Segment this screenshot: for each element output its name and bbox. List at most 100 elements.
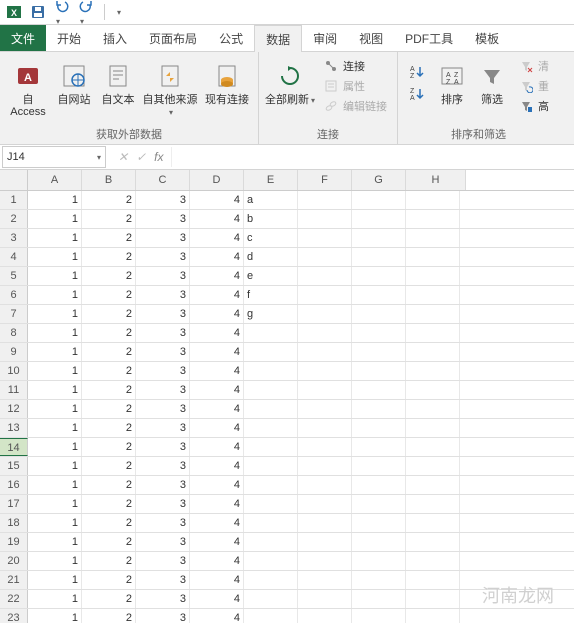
cell[interactable]: 2	[82, 590, 136, 608]
cell[interactable]: 4	[190, 609, 244, 623]
sort-button[interactable]: AZZA 排序	[434, 56, 470, 106]
cell[interactable]: 4	[190, 248, 244, 266]
cell[interactable]	[352, 191, 406, 209]
cell[interactable]	[298, 438, 352, 456]
advanced-button[interactable]: 高	[514, 96, 553, 116]
cell[interactable]	[244, 571, 298, 589]
cell[interactable]: 4	[190, 229, 244, 247]
row-header[interactable]: 20	[0, 552, 28, 570]
from-other-button[interactable]: 自其他来源▾	[142, 56, 198, 119]
cell[interactable]	[406, 514, 460, 532]
cell[interactable]	[298, 305, 352, 323]
cell[interactable]: 4	[190, 419, 244, 437]
cell[interactable]	[406, 552, 460, 570]
cell[interactable]	[406, 248, 460, 266]
cell[interactable]	[352, 248, 406, 266]
cell[interactable]: 3	[136, 609, 190, 623]
cell[interactable]: 2	[82, 248, 136, 266]
cell[interactable]	[298, 286, 352, 304]
cell[interactable]	[352, 590, 406, 608]
cell[interactable]	[352, 533, 406, 551]
name-box[interactable]: J14 ▾	[2, 146, 106, 168]
cell[interactable]: 1	[28, 362, 82, 380]
cell[interactable]: 3	[136, 362, 190, 380]
row-header[interactable]: 11	[0, 381, 28, 399]
cell[interactable]: 3	[136, 267, 190, 285]
sort-asc-button[interactable]: AZ	[404, 62, 430, 82]
cell[interactable]	[352, 362, 406, 380]
cell[interactable]: 3	[136, 248, 190, 266]
cell[interactable]: 2	[82, 324, 136, 342]
tab-7[interactable]: PDF工具	[394, 25, 464, 51]
cell[interactable]	[244, 514, 298, 532]
cell[interactable]	[352, 419, 406, 437]
cell[interactable]	[352, 229, 406, 247]
row-header[interactable]: 8	[0, 324, 28, 342]
row-header[interactable]: 1	[0, 191, 28, 209]
redo-icon[interactable]: ▾	[78, 0, 94, 27]
cell[interactable]	[244, 476, 298, 494]
cell[interactable]: 2	[82, 362, 136, 380]
cell[interactable]: 1	[28, 552, 82, 570]
cell[interactable]	[244, 495, 298, 513]
cell[interactable]	[352, 457, 406, 475]
cell[interactable]: 4	[190, 476, 244, 494]
cell[interactable]: 4	[190, 590, 244, 608]
cell[interactable]: d	[244, 248, 298, 266]
cell[interactable]: 2	[82, 229, 136, 247]
cell[interactable]	[298, 533, 352, 551]
cell[interactable]: 1	[28, 438, 82, 456]
cell[interactable]	[352, 438, 406, 456]
cell[interactable]	[244, 438, 298, 456]
cell[interactable]: 4	[190, 571, 244, 589]
cell[interactable]: 2	[82, 476, 136, 494]
tab-8[interactable]: 模板	[464, 25, 510, 51]
cell[interactable]: 1	[28, 191, 82, 209]
cell[interactable]	[298, 210, 352, 228]
cell[interactable]: 3	[136, 305, 190, 323]
cell[interactable]: 2	[82, 381, 136, 399]
row-header[interactable]: 9	[0, 343, 28, 361]
cell[interactable]	[352, 609, 406, 623]
cell[interactable]: 2	[82, 267, 136, 285]
from-web-button[interactable]: 自网站	[54, 56, 94, 106]
undo-icon[interactable]: ▾	[54, 0, 70, 27]
cell[interactable]: 2	[82, 286, 136, 304]
cell[interactable]: 1	[28, 305, 82, 323]
cell[interactable]: 3	[136, 286, 190, 304]
cell[interactable]: 3	[136, 210, 190, 228]
cell[interactable]	[244, 533, 298, 551]
cell[interactable]: g	[244, 305, 298, 323]
cell[interactable]	[298, 457, 352, 475]
tab-5[interactable]: 审阅	[302, 25, 348, 51]
cell[interactable]: 3	[136, 476, 190, 494]
cell[interactable]: 2	[82, 419, 136, 437]
cell[interactable]	[352, 400, 406, 418]
cell[interactable]	[352, 267, 406, 285]
row-header[interactable]: 15	[0, 457, 28, 475]
cell[interactable]: 4	[190, 514, 244, 532]
cell[interactable]: 3	[136, 343, 190, 361]
cell[interactable]: 3	[136, 191, 190, 209]
cell[interactable]	[298, 362, 352, 380]
cell[interactable]: 4	[190, 533, 244, 551]
tab-3[interactable]: 公式	[208, 25, 254, 51]
cell[interactable]	[352, 305, 406, 323]
cell[interactable]	[298, 324, 352, 342]
cell[interactable]	[298, 248, 352, 266]
cell[interactable]: 2	[82, 343, 136, 361]
column-header[interactable]: G	[352, 170, 406, 190]
cell[interactable]: 2	[82, 305, 136, 323]
row-header[interactable]: 23	[0, 609, 28, 623]
cell[interactable]	[352, 571, 406, 589]
cell[interactable]: 2	[82, 457, 136, 475]
tab-1[interactable]: 插入	[92, 25, 138, 51]
cell[interactable]	[406, 191, 460, 209]
cell[interactable]	[298, 400, 352, 418]
row-header[interactable]: 12	[0, 400, 28, 418]
row-header[interactable]: 21	[0, 571, 28, 589]
row-header[interactable]: 18	[0, 514, 28, 532]
refresh-all-button[interactable]: 全部刷新▾	[265, 56, 315, 107]
tab-6[interactable]: 视图	[348, 25, 394, 51]
column-header[interactable]: C	[136, 170, 190, 190]
